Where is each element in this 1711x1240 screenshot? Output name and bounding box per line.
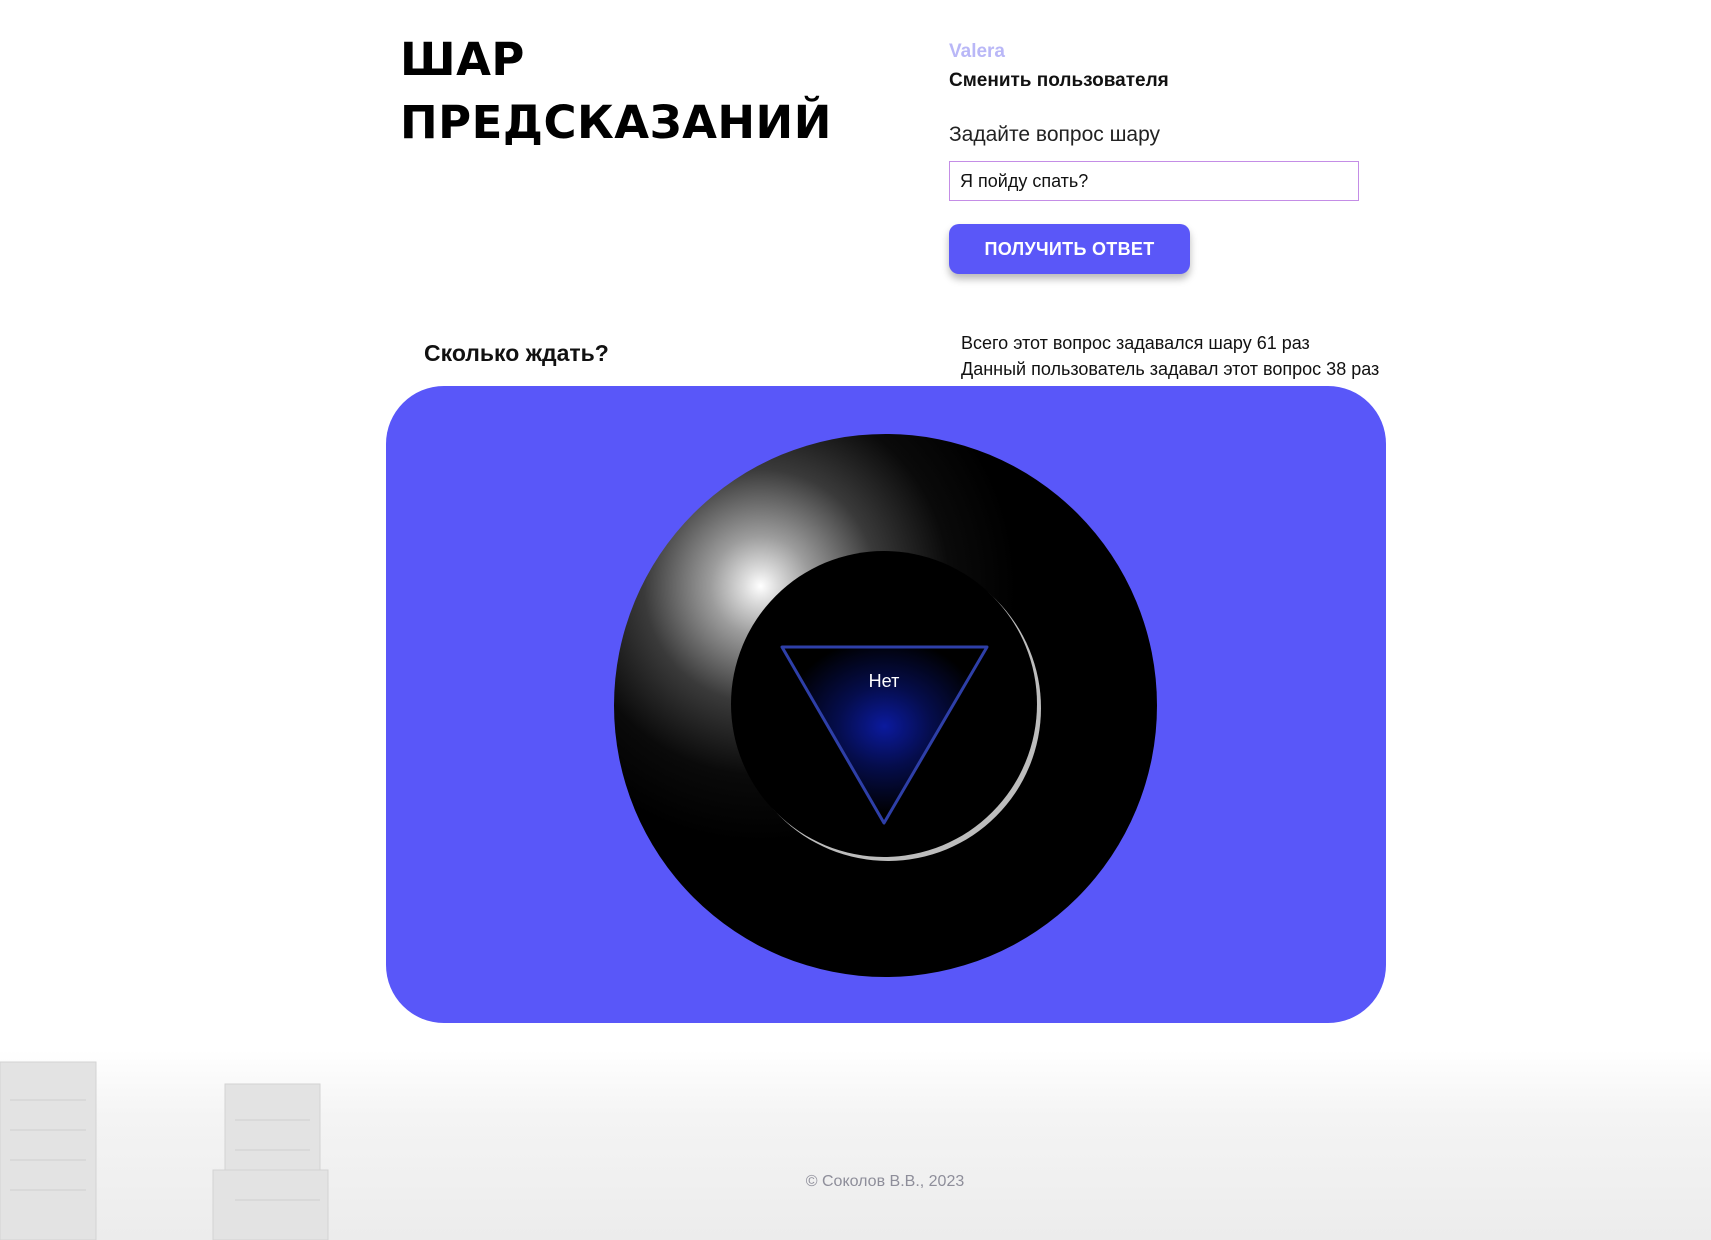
question-label: Задайте вопрос шару: [949, 123, 1161, 146]
ball-answer-text: Нет: [868, 671, 900, 691]
footer: © Соколов В.В., 2023: [0, 1173, 1711, 1191]
ball-panel: Нет: [386, 386, 1386, 1023]
change-user-link[interactable]: Сменить пользователя: [949, 70, 1169, 92]
asked-question: Сколько ждать?: [424, 340, 609, 366]
magic-eight-ball[interactable]: Нет: [614, 434, 1157, 977]
current-username: Valera: [949, 41, 1005, 62]
get-answer-button[interactable]: ПОЛУЧИТЬ ОТВЕТ: [949, 224, 1190, 274]
city-background-image: [0, 1050, 1711, 1240]
title-line-1: ШАР: [400, 33, 525, 86]
stats-total: Всего этот вопрос задавался шару 61 раз: [961, 333, 1310, 353]
answer-triangle-icon: [780, 645, 989, 825]
title-line-2: ПРЕДСКАЗАНИЙ: [400, 96, 832, 149]
stats-user: Данный пользователь задавал этот вопрос …: [961, 359, 1380, 379]
page-title: ШАР ПРЕДСКАЗАНИЙ: [400, 28, 832, 154]
question-input[interactable]: [949, 161, 1359, 201]
question-stats: Всего этот вопрос задавался шару 61 раз …: [961, 330, 1379, 382]
ball-answer-window: Нет: [731, 551, 1037, 857]
footer-copyright: © Соколов В.В., 2023: [805, 1173, 965, 1190]
page: ШАР ПРЕДСКАЗАНИЙ Valera Сменить пользова…: [0, 0, 1711, 1240]
